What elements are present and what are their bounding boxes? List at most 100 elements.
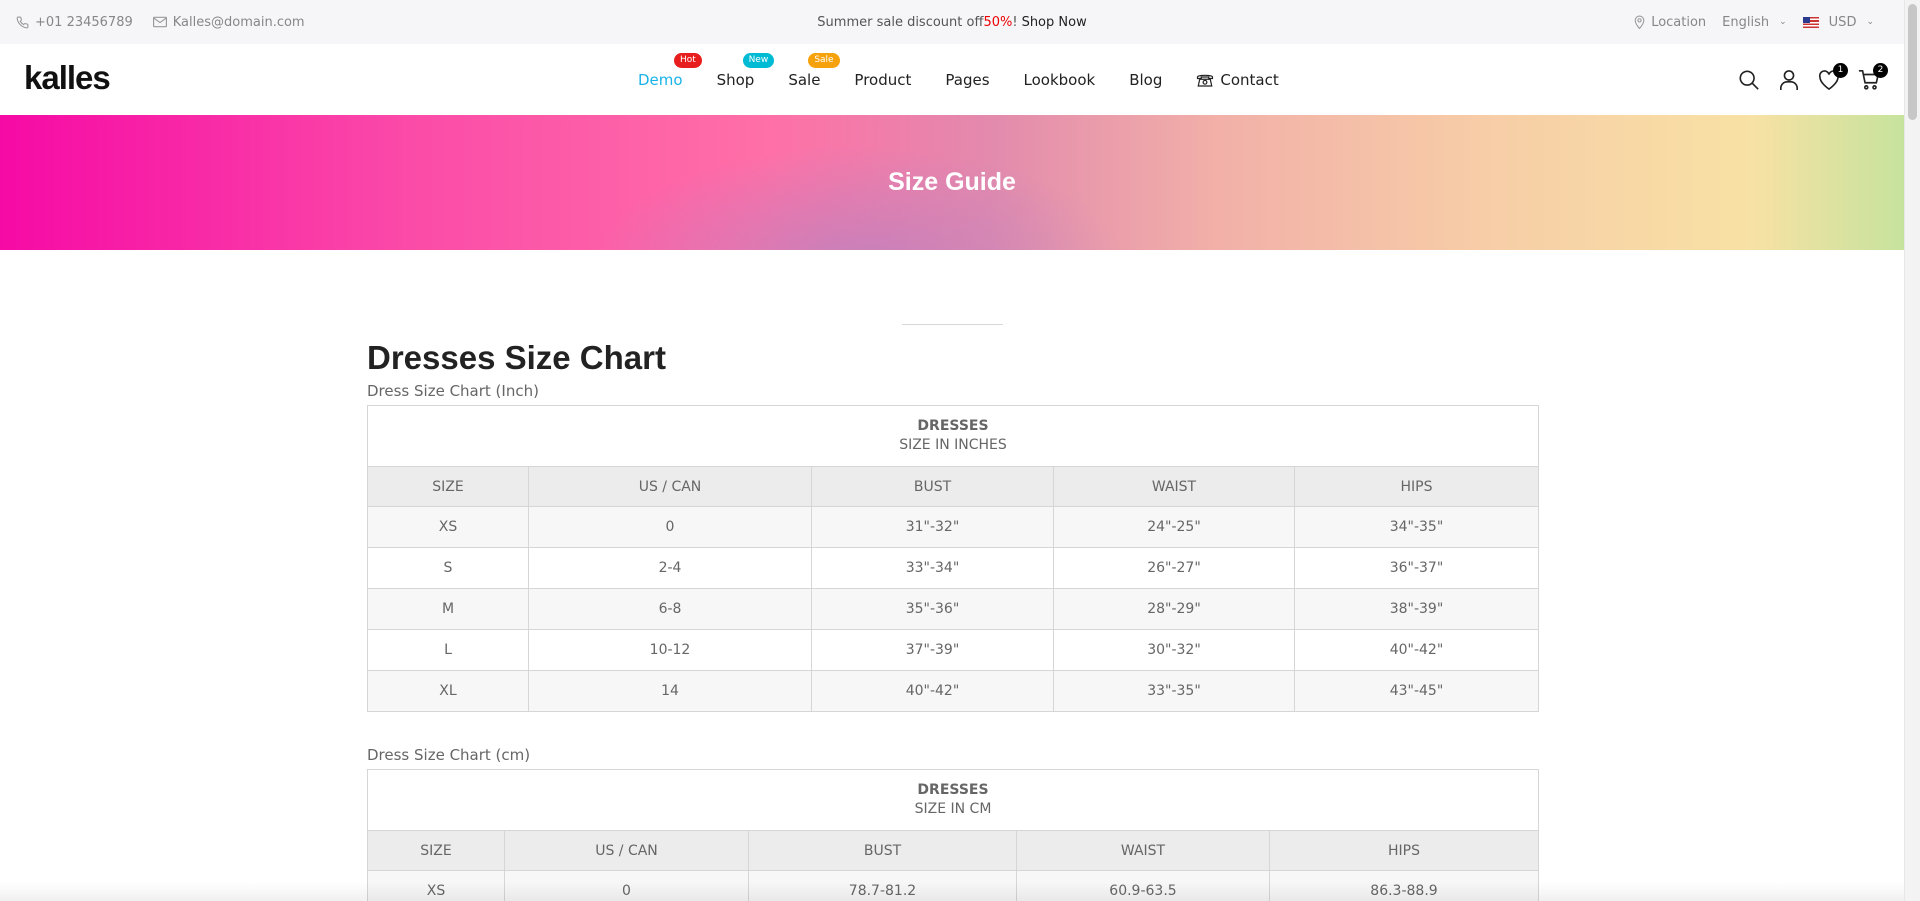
caption-subtitle: SIZE IN CM — [914, 801, 992, 817]
shop-now-link[interactable]: Shop Now — [1022, 15, 1087, 30]
cm-chart-subtitle: Dress Size Chart (cm) — [367, 746, 531, 764]
table-cell: 2-4 — [528, 547, 812, 589]
bottom-shadow — [0, 882, 1904, 901]
column-header: HIPS — [1269, 830, 1539, 871]
cart-count: 2 — [1873, 62, 1888, 78]
promo-banner: Summer sale discount off 50% ! Shop Now — [0, 0, 1904, 44]
table-cell: 38"-39" — [1294, 588, 1539, 630]
nav-label: Contact — [1220, 70, 1279, 89]
table-cell: 14 — [528, 670, 812, 712]
table-cell: 33"-35" — [1053, 670, 1295, 712]
search-icon — [1739, 69, 1759, 90]
table-cell: 40"-42" — [1294, 629, 1539, 671]
nav-item-lookbook[interactable]: Lookbook — [1024, 71, 1096, 89]
nav-item-shop[interactable]: Shop New — [716, 52, 775, 89]
table-cell: 10-12 — [528, 629, 812, 671]
caption-title: DRESSES — [917, 782, 989, 798]
table-cell: 28"-29" — [1053, 588, 1295, 630]
table-row: XL 14 40"-42" 33"-35" 43"-45" — [367, 670, 1539, 712]
table-cell: 43"-45" — [1294, 670, 1539, 712]
top-bar: +01 23456789 Kalles@domain.com Summer sa… — [0, 0, 1904, 44]
wishlist-button[interactable]: 1 — [1818, 62, 1848, 91]
language-selector[interactable]: English ⌄ — [1722, 15, 1787, 30]
page-title: Dresses Size Chart — [367, 339, 666, 376]
column-header: WAIST — [1053, 466, 1295, 507]
currency-selector[interactable]: USD ⌄ — [1802, 14, 1874, 30]
caption-title: DRESSES — [917, 418, 989, 434]
nav-item-sale[interactable]: Sale Sale — [788, 52, 840, 89]
table-cell: 31"-32" — [811, 506, 1054, 548]
table-cell: 0 — [528, 506, 812, 548]
inch-chart-subtitle: Dress Size Chart (Inch) — [367, 382, 539, 400]
nav-item-product[interactable]: Product — [854, 71, 911, 89]
table-cell: 6-8 — [528, 588, 812, 630]
logo[interactable]: kalles — [24, 59, 111, 97]
table-cell: 33"-34" — [811, 547, 1054, 589]
promo-text: Summer sale discount off — [817, 14, 984, 30]
table-caption: DRESSES SIZE IN CM — [367, 769, 1539, 831]
wishlist-count: 1 — [1833, 62, 1848, 78]
promo-percent: 50% — [983, 14, 1013, 30]
page-scrollbar[interactable] — [1904, 0, 1920, 901]
scrollbar-thumb[interactable] — [1908, 4, 1917, 120]
section-divider — [902, 324, 1003, 325]
column-header: US / CAN — [528, 466, 812, 507]
table-cell: L — [367, 629, 529, 671]
chevron-down-icon: ⌄ — [1779, 17, 1787, 27]
table-cell: 24"-25" — [1053, 506, 1295, 548]
header-actions: 1 2 — [1738, 44, 1888, 115]
caption-subtitle: SIZE IN INCHES — [899, 437, 1007, 453]
nav-item-blog[interactable]: Blog — [1129, 71, 1162, 89]
nav-label: Lookbook — [1023, 70, 1096, 89]
nav-label: Product — [854, 70, 912, 89]
nav-label: Demo — [638, 70, 683, 89]
nav-item-demo[interactable]: Demo Hot — [638, 52, 702, 89]
table-cell: 37"-39" — [811, 629, 1054, 671]
column-header: BUST — [811, 466, 1054, 507]
cart-button[interactable]: 2 — [1858, 62, 1888, 91]
table-cell: S — [367, 547, 529, 589]
page-hero: Size Guide — [0, 115, 1904, 250]
column-header: SIZE — [367, 466, 529, 507]
map-pin-icon — [1634, 15, 1645, 29]
chevron-down-icon: ⌄ — [1866, 17, 1874, 27]
nav-item-contact[interactable]: Contact — [1196, 70, 1279, 89]
location-link[interactable]: Location — [1634, 15, 1706, 30]
hero-title: Size Guide — [888, 168, 1016, 196]
table-cell: 30"-32" — [1053, 629, 1295, 671]
nav-label: Shop — [716, 70, 755, 89]
nav-label: Pages — [945, 70, 990, 89]
hot-badge: Hot — [674, 52, 702, 68]
telephone-icon — [1197, 74, 1214, 87]
search-button[interactable] — [1738, 69, 1760, 91]
table-row: M 6-8 35"-36" 28"-29" 38"-39" — [367, 588, 1539, 630]
column-header: SIZE — [367, 830, 505, 871]
main-nav: Demo Hot Shop New Sale Sale Product Page… — [638, 44, 1279, 115]
table-cell: 26"-27" — [1053, 547, 1295, 589]
table-cell: 34"-35" — [1294, 506, 1539, 548]
promo-exclaim: ! — [1012, 14, 1018, 30]
column-header: US / CAN — [504, 830, 749, 871]
new-badge: New — [742, 52, 775, 68]
column-header: HIPS — [1294, 466, 1539, 507]
table-cell: XL — [367, 670, 529, 712]
topbar-right: Location English ⌄ USD ⌄ — [1634, 0, 1874, 44]
language-text: English — [1722, 14, 1770, 30]
table-cell: 36"-37" — [1294, 547, 1539, 589]
nav-item-pages[interactable]: Pages — [945, 71, 989, 89]
site-header: kalles Demo Hot Shop New Sale Sale Produ… — [0, 44, 1904, 115]
table-row: XS 0 31"-32" 24"-25" 34"-35" — [367, 506, 1539, 548]
nav-label: Sale — [788, 70, 821, 89]
table-cell: M — [367, 588, 529, 630]
sale-badge: Sale — [808, 52, 840, 68]
currency-text: USD — [1828, 14, 1857, 30]
nav-label: Blog — [1129, 70, 1163, 89]
location-text: Location — [1651, 14, 1707, 30]
table-cell: 40"-42" — [811, 670, 1054, 712]
column-header: WAIST — [1016, 830, 1270, 871]
account-button[interactable] — [1778, 69, 1800, 91]
user-icon — [1780, 69, 1798, 90]
table-row: L 10-12 37"-39" 30"-32" 40"-42" — [367, 629, 1539, 671]
table-cell: XS — [367, 506, 529, 548]
column-header: BUST — [748, 830, 1017, 871]
